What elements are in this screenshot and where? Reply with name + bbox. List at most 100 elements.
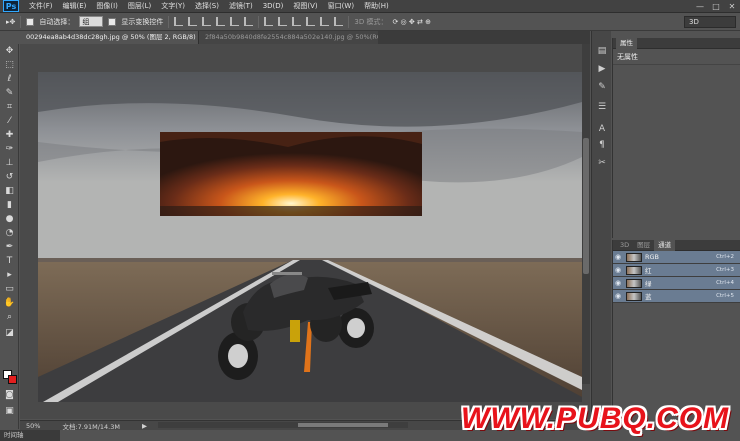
channel-thumbnail <box>626 252 642 262</box>
timeline-tab[interactable]: 时间轴 <box>0 430 60 441</box>
channel-row-red[interactable]: ◉ 红 Ctrl+3 <box>613 264 740 277</box>
document-info: 文档:7.91M/14.3M <box>62 422 120 431</box>
scrollbar-thumb[interactable] <box>298 423 388 427</box>
minimize-button[interactable]: — <box>692 0 708 13</box>
move-tool-icon[interactable]: ▸✥ <box>6 18 15 26</box>
eraser-tool-icon[interactable]: ◧ <box>3 186 16 197</box>
blur-tool-icon[interactable]: ● <box>3 214 16 225</box>
scrollbar-thumb[interactable] <box>583 138 589 274</box>
align-top-icon[interactable] <box>174 17 184 26</box>
crop-tool-icon[interactable]: ⌗ <box>3 102 16 113</box>
zoom-tool-icon[interactable]: ⌕ <box>3 312 16 323</box>
3d-rotate-icon[interactable]: ⟳ ◎ ✥ ⇄ ⊕ <box>392 18 430 26</box>
brush-panel-icon[interactable]: ✎ <box>595 81 609 93</box>
show-transform-checkbox[interactable] <box>108 17 117 26</box>
menu-filter[interactable]: 滤镜(T) <box>224 1 258 11</box>
tab-channels[interactable]: 通道 <box>654 239 676 251</box>
visibility-eye-icon[interactable]: ◉ <box>613 253 623 261</box>
menu-image[interactable]: 图像(I) <box>91 1 123 11</box>
shape-tool-icon[interactable]: ▭ <box>3 284 16 295</box>
channel-shortcut: Ctrl+4 <box>716 280 734 286</box>
menu-help[interactable]: 帮助(H) <box>359 1 394 11</box>
distribute-right-icon[interactable] <box>334 17 344 26</box>
align-bottom-icon[interactable] <box>202 17 212 26</box>
distribute-top-icon[interactable] <box>264 17 274 26</box>
align-hcenter-icon[interactable] <box>230 17 240 26</box>
path-selection-tool-icon[interactable]: ▸ <box>3 270 16 281</box>
history-panel-icon[interactable]: ▤ <box>595 45 609 57</box>
document-tab-active[interactable]: 00294ea8ab4d38dc28gh.jpg @ 50% (图层 2, RG… <box>20 31 198 44</box>
move-tool-icon[interactable]: ✥ <box>3 46 16 57</box>
zoom-level[interactable]: 50% <box>26 422 40 430</box>
distribute-hcenter-icon[interactable] <box>320 17 330 26</box>
distribute-vcenter-icon[interactable] <box>278 17 288 26</box>
brush-tool-icon[interactable]: ✑ <box>3 144 16 155</box>
eyedropper-tool-icon[interactable]: ⁄ <box>3 116 16 127</box>
hand-tool-icon[interactable]: ✋ <box>3 298 16 309</box>
align-vcenter-icon[interactable] <box>188 17 198 26</box>
document-tab-bar: 00294ea8ab4d38dc28gh.jpg @ 50% (图层 2, RG… <box>20 31 590 44</box>
tab-title: 00294ea8ab4d38dc28gh.jpg @ 50% (图层 2, RG… <box>26 33 198 41</box>
distribute-bottom-icon[interactable] <box>292 17 302 26</box>
channel-row-blue[interactable]: ◉ 蓝 Ctrl+5 <box>613 290 740 303</box>
actions-panel-icon[interactable]: ▶ <box>595 63 609 75</box>
menu-3d[interactable]: 3D(D) <box>258 2 289 10</box>
clone-stamp-tool-icon[interactable]: ⊥ <box>3 158 16 169</box>
type-tool-icon[interactable]: T <box>3 256 16 267</box>
visibility-eye-icon[interactable]: ◉ <box>613 266 623 274</box>
gradient-tool-icon[interactable]: ▮ <box>3 200 16 211</box>
menu-layer[interactable]: 图层(L) <box>123 1 156 11</box>
pen-tool-icon[interactable]: ✒ <box>3 242 16 253</box>
screen-mode-icon[interactable]: ▣ <box>3 406 16 417</box>
vertical-scrollbar[interactable] <box>582 44 590 384</box>
background-color-swatch[interactable] <box>8 375 17 384</box>
menu-window[interactable]: 窗口(W) <box>323 1 359 11</box>
divider <box>20 15 22 28</box>
align-right-icon[interactable] <box>244 17 254 26</box>
properties-content: 无属性 <box>613 49 740 65</box>
menu-edit[interactable]: 编辑(E) <box>58 1 92 11</box>
channel-name: 蓝 <box>645 293 652 301</box>
tab-layers[interactable]: 图层 <box>633 240 654 251</box>
menu-bar: Ps 文件(F) 编辑(E) 图像(I) 图层(L) 文字(Y) 选择(S) 滤… <box>0 0 740 13</box>
healing-brush-tool-icon[interactable]: ✚ <box>3 130 16 141</box>
document-canvas[interactable] <box>38 72 582 402</box>
distribute-left-icon[interactable] <box>306 17 316 26</box>
tool-presets-icon[interactable]: ✂ <box>595 157 609 169</box>
quick-mask-icon[interactable]: ◙ <box>3 390 16 401</box>
history-brush-tool-icon[interactable]: ↺ <box>3 172 16 183</box>
tab-properties[interactable]: 属性 <box>616 37 637 49</box>
status-menu-arrow-icon[interactable]: ▶ <box>142 422 147 430</box>
adjustments-panel-icon[interactable]: ☰ <box>595 101 609 113</box>
auto-select-label: 自动选择： <box>39 17 75 26</box>
close-button[interactable]: ✕ <box>724 0 740 13</box>
canvas-area[interactable] <box>20 44 590 419</box>
document-tab[interactable]: 2f84a50b9840d8fe2554c884a502e140.jpg @ 5… <box>198 31 378 44</box>
visibility-eye-icon[interactable]: ◉ <box>613 279 623 287</box>
maximize-button[interactable]: □ <box>708 0 724 13</box>
horizontal-scrollbar[interactable] <box>158 422 408 428</box>
paragraph-panel-icon[interactable]: ¶ <box>595 139 609 151</box>
photoshop-logo-icon: Ps <box>3 0 19 12</box>
visibility-eye-icon[interactable]: ◉ <box>613 292 623 300</box>
dodge-tool-icon[interactable]: ◔ <box>3 228 16 239</box>
default-colors-icon[interactable]: ◪ <box>3 328 16 339</box>
quick-select-tool-icon[interactable]: ✎ <box>3 88 16 99</box>
channel-row-green[interactable]: ◉ 绿 Ctrl+4 <box>613 277 740 290</box>
menu-view[interactable]: 视图(V) <box>288 1 322 11</box>
lasso-tool-icon[interactable]: ℓ <box>3 74 16 85</box>
workspace-select[interactable]: 3D <box>684 16 736 28</box>
auto-select-dropdown[interactable]: 组 <box>79 16 104 27</box>
channel-thumbnail <box>626 291 642 301</box>
menu-file[interactable]: 文件(F) <box>24 1 58 11</box>
marquee-tool-icon[interactable]: ⬚ <box>3 60 16 71</box>
channel-thumbnail <box>626 265 642 275</box>
menu-select[interactable]: 选择(S) <box>190 1 224 11</box>
align-left-icon[interactable] <box>216 17 226 26</box>
character-panel-icon[interactable]: A <box>595 123 609 135</box>
menu-type[interactable]: 文字(Y) <box>156 1 190 11</box>
auto-select-checkbox[interactable] <box>26 17 35 26</box>
tab-3d[interactable]: 3D <box>616 240 633 251</box>
channel-row-rgb[interactable]: ◉ RGB Ctrl+2 <box>613 251 740 264</box>
road-scene-image <box>38 72 582 402</box>
